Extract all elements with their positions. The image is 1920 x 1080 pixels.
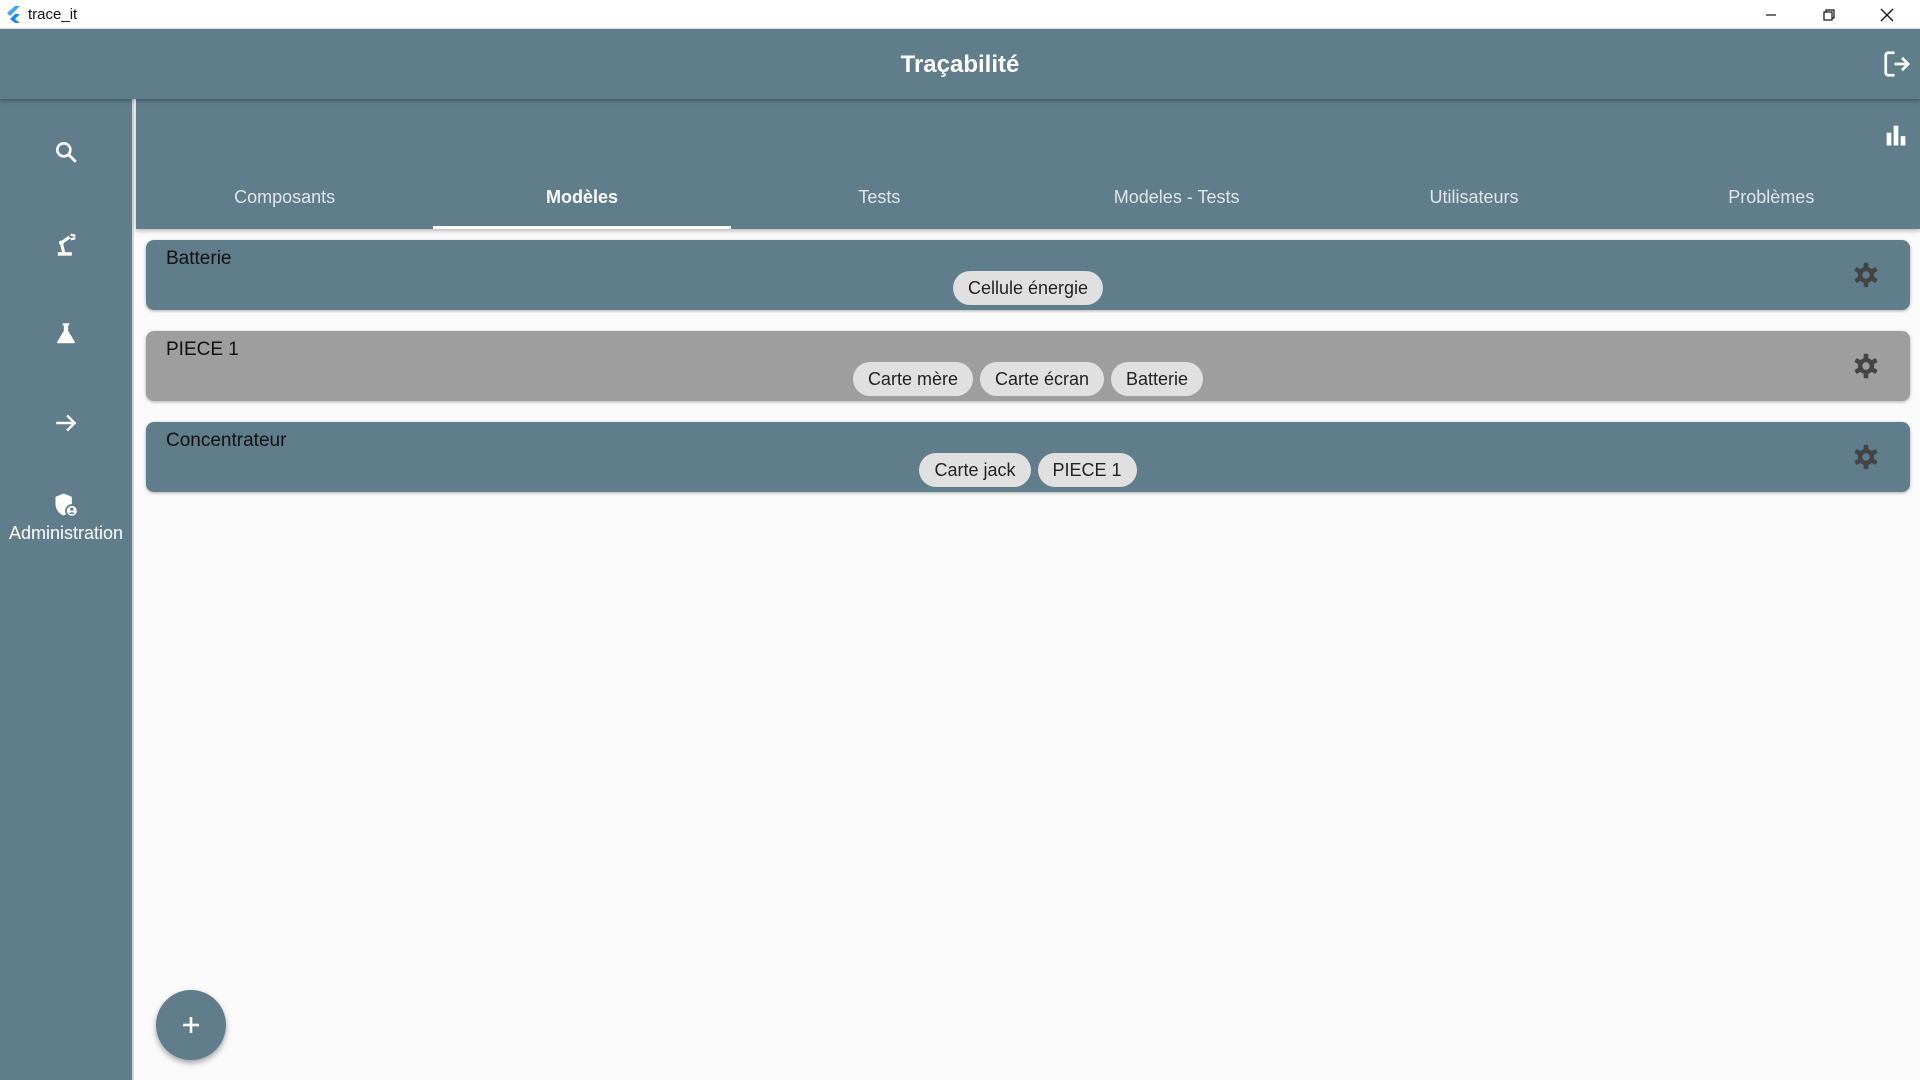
flask-icon bbox=[57, 323, 75, 344]
component-chip: Batterie bbox=[1111, 362, 1204, 396]
component-chip: Carte mère bbox=[852, 362, 973, 396]
settings-button[interactable] bbox=[1852, 261, 1880, 289]
add-model-button[interactable] bbox=[156, 990, 226, 1060]
rail-item-production[interactable] bbox=[0, 230, 132, 258]
search-icon bbox=[56, 142, 77, 163]
arrow-right-icon bbox=[56, 414, 77, 432]
gear-icon bbox=[1854, 353, 1878, 379]
component-chip: Carte jack bbox=[919, 453, 1031, 487]
bar-chart-icon bbox=[1886, 125, 1906, 146]
close-window-button[interactable] bbox=[1858, 0, 1916, 29]
rail-label-administration: Administration bbox=[8, 523, 124, 543]
admin-shield-icon bbox=[55, 493, 79, 518]
model-name: Concentrateur bbox=[166, 430, 287, 451]
component-chip: Cellule énergie bbox=[952, 271, 1104, 305]
model-card-piece-1[interactable]: PIECE 1 Carte mère Carte écran Batterie bbox=[146, 331, 1910, 401]
gear-icon bbox=[1854, 444, 1878, 470]
minimize-icon bbox=[1766, 13, 1776, 16]
tab-composants[interactable]: Composants bbox=[136, 171, 433, 229]
flutter-logo-icon bbox=[7, 6, 20, 23]
model-name: Batterie bbox=[166, 248, 232, 269]
app-bar: Traçabilité bbox=[0, 29, 1920, 99]
tab-modeles-tests[interactable]: Modeles - Tests bbox=[1028, 171, 1325, 229]
window-title: trace_it bbox=[28, 6, 78, 23]
close-icon bbox=[1880, 8, 1894, 21]
logout-icon bbox=[1884, 51, 1911, 77]
tab-tests[interactable]: Tests bbox=[731, 171, 1028, 229]
component-chips: Carte mère Carte écran Batterie bbox=[146, 362, 1910, 396]
tab-utilisateurs[interactable]: Utilisateurs bbox=[1325, 171, 1622, 229]
settings-button[interactable] bbox=[1852, 352, 1880, 380]
component-chip: PIECE 1 bbox=[1037, 453, 1137, 487]
component-chip: Carte écran bbox=[979, 362, 1105, 396]
restore-icon bbox=[1823, 8, 1835, 21]
model-card-concentrateur[interactable]: Concentrateur Carte jack PIECE 1 bbox=[146, 422, 1910, 492]
restore-button[interactable] bbox=[1800, 0, 1858, 29]
component-chips: Cellule énergie bbox=[146, 271, 1910, 305]
navigation-rail: Administration bbox=[0, 99, 134, 1080]
plus-icon bbox=[183, 1017, 199, 1033]
rail-item-administration[interactable]: Administration bbox=[0, 491, 132, 544]
robot-arm-icon bbox=[57, 233, 76, 256]
statistics-button[interactable] bbox=[1882, 121, 1910, 149]
rail-item-forward[interactable] bbox=[0, 410, 132, 436]
tab-bar: Composants Modèles Tests Modeles - Tests… bbox=[136, 99, 1920, 229]
logout-button[interactable] bbox=[1882, 49, 1912, 79]
gear-icon bbox=[1854, 262, 1878, 288]
rail-item-search[interactable] bbox=[0, 139, 132, 165]
minimize-button[interactable] bbox=[1742, 0, 1800, 29]
tab-modeles[interactable]: Modèles bbox=[433, 171, 731, 229]
tab-problemes[interactable]: Problèmes bbox=[1623, 171, 1920, 229]
window-titlebar: trace_it bbox=[0, 0, 1920, 29]
rail-item-tests[interactable] bbox=[0, 320, 132, 346]
model-name: PIECE 1 bbox=[166, 339, 239, 360]
component-chips: Carte jack PIECE 1 bbox=[146, 453, 1910, 487]
app-title: Traçabilité bbox=[900, 51, 1020, 78]
settings-button[interactable] bbox=[1852, 443, 1880, 471]
model-card-batterie[interactable]: Batterie Cellule énergie bbox=[146, 240, 1910, 310]
tabs: Composants Modèles Tests Modeles - Tests… bbox=[136, 171, 1920, 229]
